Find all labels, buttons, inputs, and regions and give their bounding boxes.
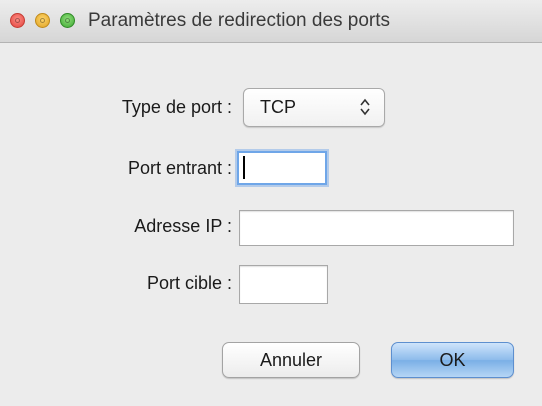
incoming-port-label: Port entrant : bbox=[127, 158, 232, 178]
cancel-button[interactable]: Annuler bbox=[222, 342, 360, 378]
incoming-port-field[interactable] bbox=[237, 151, 327, 185]
title-bar[interactable]: Paramètres de redirection des ports bbox=[0, 0, 542, 43]
ip-address-label: Adresse IP : bbox=[134, 216, 232, 236]
port-forwarding-window: Paramètres de redirection des ports Type… bbox=[0, 0, 542, 406]
port-type-select[interactable]: TCP bbox=[243, 88, 385, 127]
port-type-value: TCP bbox=[260, 97, 296, 117]
ip-address-field[interactable] bbox=[239, 210, 514, 246]
text-caret bbox=[243, 156, 245, 179]
ok-button[interactable]: OK bbox=[391, 342, 514, 378]
target-port-label: Port cible : bbox=[146, 273, 232, 293]
zoom-icon[interactable] bbox=[60, 13, 75, 28]
updown-arrows-icon bbox=[360, 98, 370, 116]
window-title: Paramètres de redirection des ports bbox=[88, 10, 391, 31]
port-type-label: Type de port : bbox=[121, 97, 232, 117]
minimize-icon[interactable] bbox=[35, 13, 50, 28]
target-port-field[interactable] bbox=[239, 265, 328, 304]
close-icon[interactable] bbox=[10, 13, 25, 28]
